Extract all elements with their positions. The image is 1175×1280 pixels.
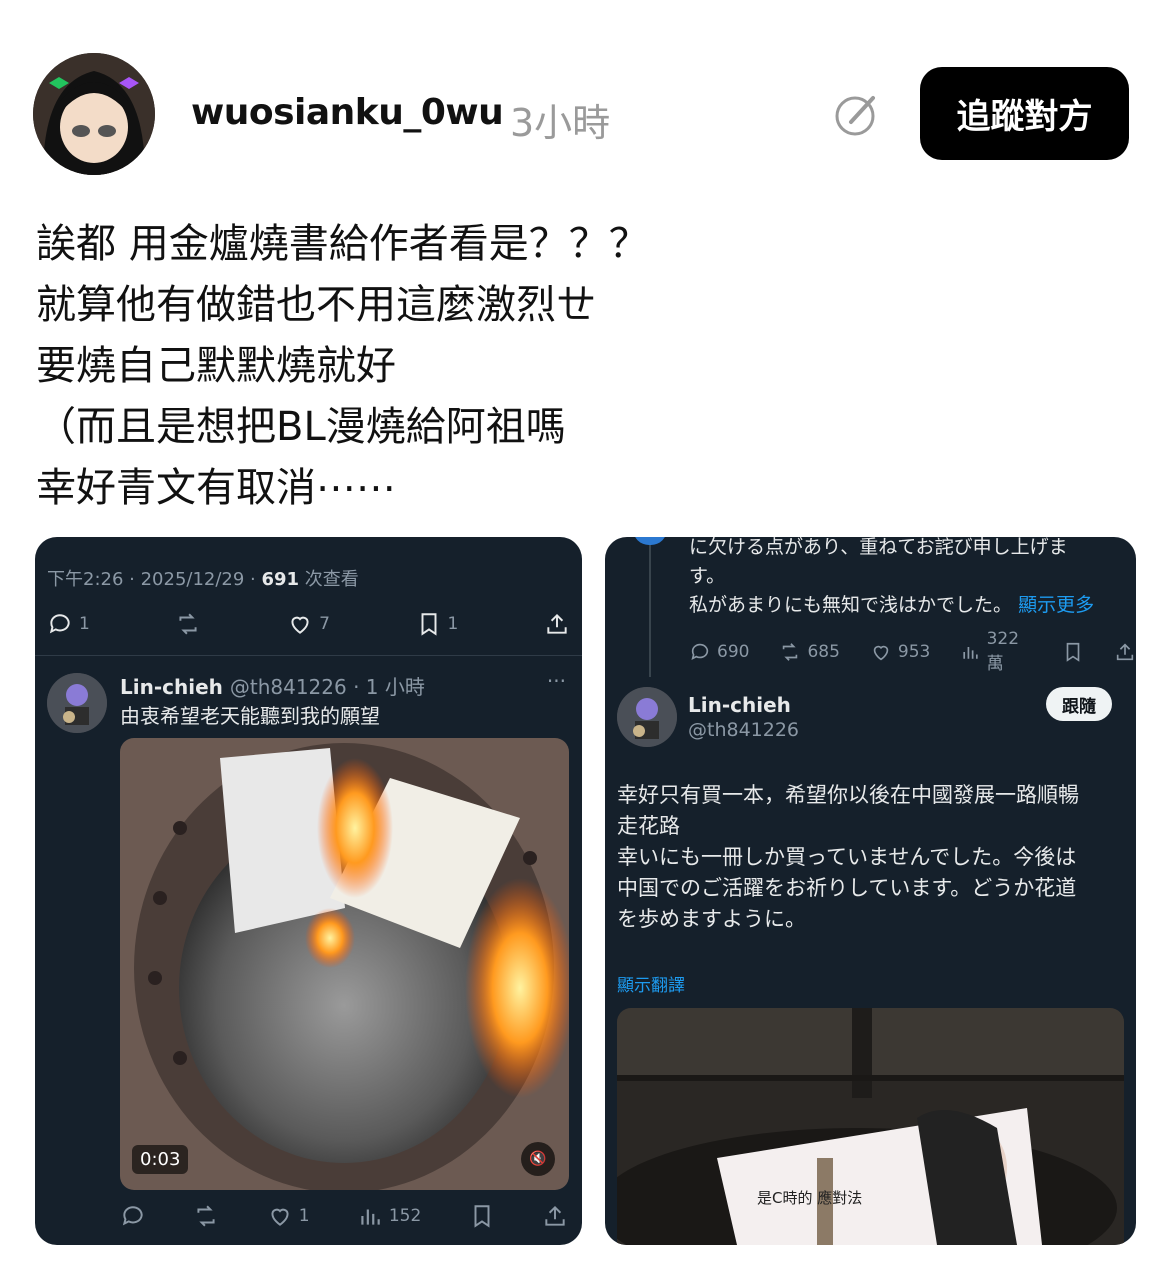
views-action: 152 — [357, 1203, 421, 1229]
book-photo: 是C時的 應對法 — [617, 1008, 1124, 1245]
quoted-author-handle: @th841226 · 1 小時 — [229, 675, 425, 699]
retweet-stat: 685 — [779, 641, 840, 663]
quoted-author-name: Lin-chieh — [120, 675, 223, 699]
tweet-view-count: 691 — [261, 569, 300, 590]
edit-icon[interactable] — [833, 90, 881, 138]
retweet-icon — [179, 613, 198, 635]
quoted-text: 由衷希望老天能聽到我的願望 — [120, 704, 380, 728]
prev-stats: 690 685 953 322萬 — [689, 629, 1136, 674]
views-icon — [963, 646, 979, 659]
reply-text: 幸好只有買一本，希望你以後在中國發展一路順暢 走花路 幸いにも一冊しか買っていま… — [617, 780, 1127, 935]
screenshot-image-right[interactable]: に欠ける点があり、重ねてお詫び申し上げま す。 私があまりにも無知で浅はかでした… — [605, 537, 1136, 1245]
reply-text-line: 中国でのご活躍をお祈りしています。どうか花道 — [617, 876, 1077, 900]
share-icon — [547, 613, 567, 634]
reply-icon — [122, 1206, 143, 1226]
post-line: （而且是想把BL漫燒給阿祖嗎 — [36, 404, 566, 450]
quoted-author: Lin-chieh @th841226 · 1 小時 — [120, 671, 425, 700]
prev-avatar — [633, 537, 667, 545]
thread-line — [649, 537, 651, 677]
prev-text: に欠ける点があり、重ねてお詫び申し上げま す。 私があまりにも無知で浅はかでした… — [689, 537, 1094, 620]
heart-icon — [271, 1208, 289, 1226]
avatar[interactable] — [33, 53, 155, 175]
prev-text-line: に欠ける点があり、重ねてお詫び申し上げま — [689, 537, 1068, 558]
bookmark-count: 1 — [447, 614, 459, 634]
like-action: 7 — [287, 611, 330, 637]
screenshot-image-left[interactable]: 下午2:26 · 2025/12/29 · 691 次查看 1 7 1 Lin-… — [35, 537, 582, 1245]
post-line: 就算他有做錯也不用這麼激烈ㄝ — [36, 282, 596, 328]
bookmark-icon — [421, 613, 437, 636]
avatar-image — [33, 53, 155, 175]
username[interactable]: wuosianku_0wu — [191, 92, 504, 133]
like-count: 1 — [298, 1206, 310, 1226]
post-line: 要燒自己默默燒就好 — [36, 343, 396, 389]
prev-text-line: 私があまりにも無知で浅はかでした。 — [689, 594, 1013, 616]
reply-author-handle: @th841226 — [688, 719, 800, 741]
views-count: 322萬 — [986, 629, 1020, 674]
video-duration: 0:03 — [132, 1145, 189, 1174]
share-action — [544, 611, 570, 637]
reply-action — [120, 1203, 146, 1229]
reply-author-name: Lin-chieh — [688, 693, 791, 717]
retweet-icon — [783, 642, 798, 661]
tweet-view-label: 次查看 — [299, 569, 359, 590]
heart-icon — [873, 645, 889, 660]
reply-count: 690 — [717, 641, 750, 662]
reply-action: 1 — [47, 611, 90, 637]
like-stat: 953 — [870, 641, 930, 663]
share-stat — [1114, 641, 1136, 663]
bookmark-icon — [1066, 642, 1080, 662]
reply-text-line: 走花路 — [617, 814, 680, 838]
divider — [35, 655, 582, 656]
book-burning-image: 是C時的 應對法 — [617, 1008, 1124, 1245]
share-icon — [545, 1205, 565, 1226]
bookmark-action: 1 — [416, 611, 459, 637]
burning-barrel-image — [120, 738, 569, 1190]
like-count: 953 — [897, 641, 931, 662]
retweet-icon — [197, 1205, 215, 1227]
prev-text-line: す。 — [689, 565, 726, 587]
book-cover-text: 是C時的 應對法 — [757, 1189, 862, 1207]
more-options-icon: ··· — [546, 669, 566, 693]
views-stat: 322萬 — [960, 629, 1032, 674]
mute-icon: 🔇 — [521, 1142, 555, 1176]
reply-avatar — [617, 687, 677, 747]
heart-icon — [291, 616, 309, 634]
reply-text-line: 幸好只有買一本，希望你以後在中國發展一路順暢 — [617, 783, 1079, 807]
post-line: 幸好青文有取消⋯⋯ — [36, 465, 396, 511]
bookmark-action — [469, 1203, 495, 1229]
share-icon — [1116, 642, 1134, 660]
bookmark-stat — [1062, 641, 1084, 663]
tweet-actions: 1 7 1 — [47, 611, 570, 637]
follow-pill-button: 跟隨 — [1046, 687, 1112, 721]
post-body: 誒都 用金爐燒書給作者看是？？？ 就算他有做錯也不用這麼激烈ㄝ 要燒自己默默燒就… — [36, 214, 1136, 519]
retweet-action — [175, 611, 201, 637]
reply-icon — [691, 643, 709, 660]
retweet-count: 685 — [807, 641, 840, 662]
quoted-avatar — [47, 673, 107, 733]
retweet-action — [193, 1203, 219, 1229]
reply-text-line: 幸いにも一冊しか買っていませんでした。今後は — [617, 845, 1077, 869]
burning-video: 0:03 🔇 — [120, 738, 569, 1190]
share-action — [542, 1203, 568, 1229]
post-line: 誒都 用金爐燒書給作者看是？？？ — [36, 221, 649, 267]
reply-stat: 690 — [689, 641, 749, 663]
show-translation-link: 顯示翻譯 — [617, 976, 685, 996]
reply-count: 1 — [79, 614, 90, 634]
views-icon — [361, 1209, 380, 1225]
reply-text-line: を歩めますように。 — [617, 907, 806, 931]
show-more-link: 顯示更多 — [1018, 594, 1095, 616]
bookmark-icon — [474, 1205, 490, 1228]
like-count: 7 — [319, 614, 330, 634]
follow-button[interactable]: 追蹤對方 — [920, 67, 1129, 160]
quoted-actions: 1 152 — [120, 1203, 568, 1229]
views-count: 152 — [388, 1206, 422, 1226]
post-time: 3小時 — [510, 101, 611, 145]
tweet-meta: 下午2:26 · 2025/12/29 · 691 次查看 — [47, 565, 359, 591]
like-action: 1 — [267, 1203, 310, 1229]
tweet-timestamp: 下午2:26 · 2025/12/29 · — [47, 569, 262, 590]
reply-icon — [49, 614, 70, 634]
